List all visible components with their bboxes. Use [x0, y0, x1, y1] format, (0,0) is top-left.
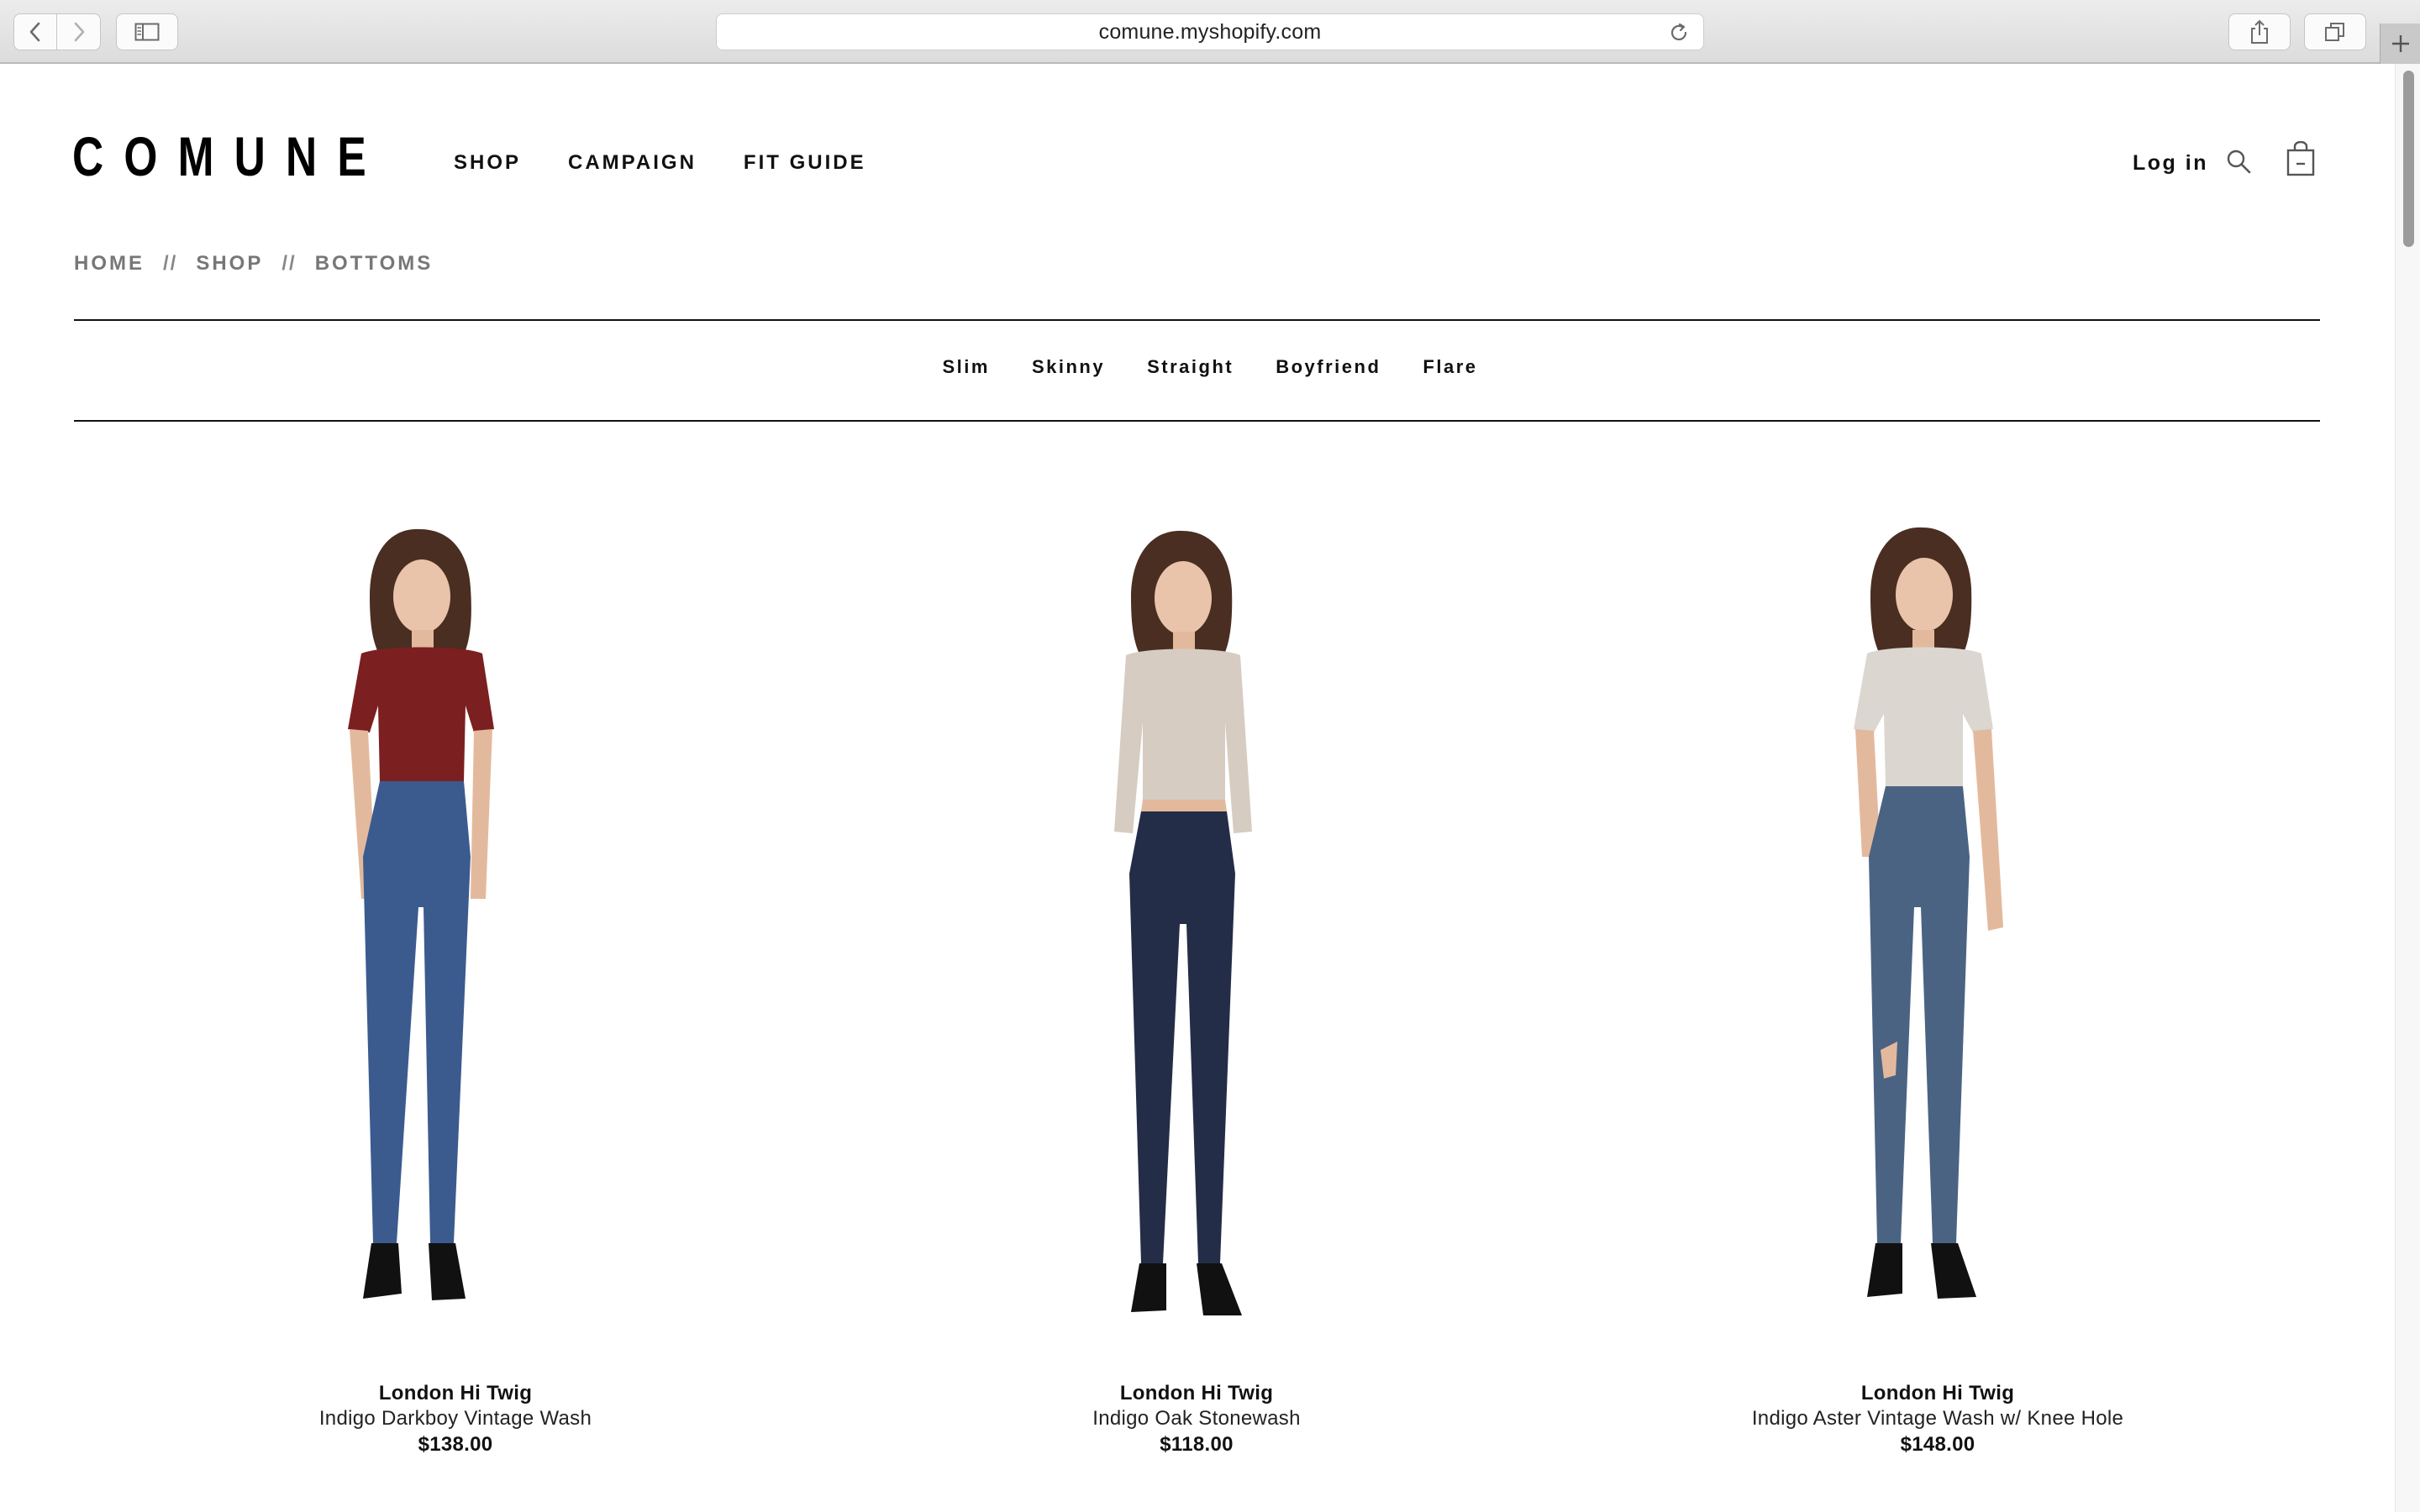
breadcrumb-separator: //	[281, 252, 297, 275]
product-variant: Indigo Aster Vintage Wash w/ Knee Hole	[1751, 1407, 2124, 1430]
product-card[interactable]: London Hi Twig Indigo Oak Stonewash $118…	[827, 504, 1566, 1512]
forward-button[interactable]	[57, 13, 101, 50]
model-figure	[1114, 530, 1252, 1315]
product-info: London Hi Twig Indigo Darkboy Vintage Wa…	[86, 1381, 825, 1458]
filter-straight[interactable]: Straight	[1147, 356, 1234, 378]
fit-filter-bar: Slim Skinny Straight Boyfriend Flare	[0, 356, 2395, 378]
filter-boyfriend[interactable]: Boyfriend	[1276, 356, 1381, 378]
product-image[interactable]	[1568, 504, 2307, 1361]
nav-fit-guide[interactable]: FIT GUIDE	[744, 151, 866, 175]
filter-divider-bottom	[74, 420, 2320, 422]
site-logo[interactable]: COMUNE	[72, 129, 387, 184]
filter-flare[interactable]: Flare	[1423, 356, 1477, 378]
cart-button[interactable]	[2286, 140, 2316, 176]
breadcrumb-shop[interactable]: SHOP	[196, 252, 263, 276]
chevron-left-icon	[29, 22, 40, 42]
product-card[interactable]: London Hi Twig Indigo Aster Vintage Wash…	[1568, 504, 2307, 1512]
breadcrumb-bottoms[interactable]: BOTTOMS	[315, 252, 434, 276]
product-price: $138.00	[418, 1433, 493, 1456]
share-icon	[2251, 19, 2268, 44]
product-name[interactable]: London Hi Twig	[827, 1381, 1566, 1406]
scrollbar-thumb[interactable]	[2403, 71, 2414, 247]
page-scrollbar[interactable]	[2395, 64, 2420, 1512]
history-buttons	[13, 13, 101, 50]
filter-skinny[interactable]: Skinny	[1032, 356, 1105, 378]
product-variant: Indigo Darkboy Vintage Wash	[318, 1407, 592, 1430]
search-button[interactable]	[2225, 148, 2254, 176]
main-nav: SHOP CAMPAIGN FIT GUIDE	[454, 151, 866, 175]
reload-icon[interactable]	[1668, 22, 1690, 44]
breadcrumb-separator: //	[163, 252, 178, 275]
shopping-bag-icon	[2286, 140, 2315, 176]
product-name[interactable]: London Hi Twig	[1568, 1381, 2307, 1406]
sidebar-toggle-button[interactable]	[116, 13, 178, 50]
filter-divider-top	[74, 319, 2320, 321]
product-info: London Hi Twig Indigo Aster Vintage Wash…	[1568, 1381, 2307, 1458]
nav-campaign[interactable]: CAMPAIGN	[568, 151, 697, 175]
product-info: London Hi Twig Indigo Oak Stonewash $118…	[827, 1381, 1566, 1458]
login-link[interactable]: Log in	[2133, 151, 2208, 176]
product-name[interactable]: London Hi Twig	[86, 1381, 825, 1406]
product-price: $148.00	[1900, 1433, 1975, 1456]
model-figure	[1854, 527, 2003, 1299]
tab-overview-button[interactable]	[2304, 13, 2366, 50]
sidebar-icon	[134, 23, 160, 41]
filter-slim[interactable]: Slim	[942, 356, 989, 378]
nav-shop[interactable]: SHOP	[454, 151, 521, 175]
plus-icon	[2391, 35, 2409, 52]
breadcrumb: HOME // SHOP // BOTTOMS	[74, 252, 433, 276]
product-image[interactable]	[827, 504, 1566, 1361]
model-figure	[348, 528, 494, 1300]
tabs-icon	[2325, 23, 2344, 41]
chevron-right-icon	[74, 22, 84, 42]
breadcrumb-home[interactable]: HOME	[74, 252, 145, 276]
product-price: $118.00	[1160, 1433, 1234, 1456]
product-image[interactable]	[86, 504, 825, 1361]
product-card[interactable]: London Hi Twig Indigo Darkboy Vintage Wa…	[86, 504, 825, 1512]
url-text: comune.myshopify.com	[1098, 19, 1322, 44]
browser-toolbar: comune.myshopify.com	[0, 0, 2420, 64]
back-button[interactable]	[13, 13, 57, 50]
new-tab-button[interactable]	[2380, 24, 2420, 64]
address-bar[interactable]: comune.myshopify.com	[716, 13, 1704, 50]
product-variant: Indigo Oak Stonewash	[1092, 1407, 1301, 1430]
share-button[interactable]	[2228, 13, 2291, 50]
search-icon	[2227, 150, 2251, 174]
